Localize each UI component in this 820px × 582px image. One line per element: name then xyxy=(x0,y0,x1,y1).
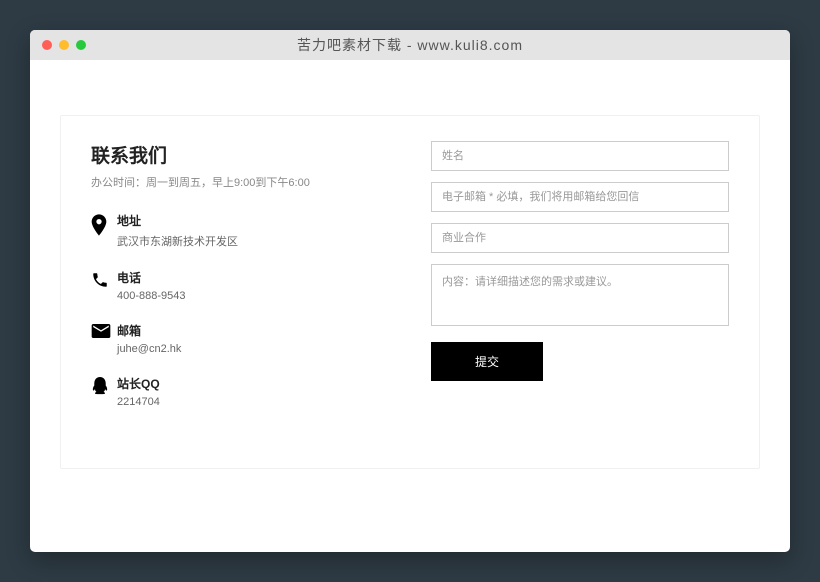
office-hours: 办公时间：周一到周五，早上9:00到下午6:00 xyxy=(91,174,371,190)
content-textarea[interactable] xyxy=(431,264,729,326)
window-title: 苦力吧素材下载 - www.kuli8.com xyxy=(30,35,790,55)
minimize-icon[interactable] xyxy=(59,40,69,50)
phone-row: 电话 400-888-9543 xyxy=(91,269,371,302)
submit-button[interactable]: 提交 xyxy=(431,342,543,381)
location-pin-icon xyxy=(91,212,117,236)
address-value: 武汉市东湖新技术开发区 xyxy=(117,233,371,249)
phone-value: 400-888-9543 xyxy=(117,290,371,302)
phone-icon xyxy=(91,269,117,289)
qq-row: 站长QQ 2214704 xyxy=(91,375,371,408)
close-icon[interactable] xyxy=(42,40,52,50)
email-row: 邮箱 juhe@cn2.hk xyxy=(91,322,371,355)
address-label: 地址 xyxy=(117,212,371,229)
email-input[interactable] xyxy=(431,182,729,212)
envelope-icon xyxy=(91,322,117,338)
address-row: 地址 武汉市东湖新技术开发区 xyxy=(91,212,371,249)
email-label: 邮箱 xyxy=(117,322,371,339)
phone-label: 电话 xyxy=(117,269,371,286)
content-area: 联系我们 办公时间：周一到周五，早上9:00到下午6:00 地址 武汉市东湖新技… xyxy=(30,60,790,499)
qq-value: 2214704 xyxy=(117,396,371,408)
contact-form-column: 提交 xyxy=(431,141,729,428)
traffic-lights xyxy=(30,40,86,50)
browser-window: 苦力吧素材下载 - www.kuli8.com 联系我们 办公时间：周一到周五，… xyxy=(30,30,790,552)
qq-label: 站长QQ xyxy=(117,375,371,392)
page-title: 联系我们 xyxy=(91,141,371,168)
title-bar: 苦力吧素材下载 - www.kuli8.com xyxy=(30,30,790,60)
contact-card: 联系我们 办公时间：周一到周五，早上9:00到下午6:00 地址 武汉市东湖新技… xyxy=(60,115,760,469)
subject-input[interactable] xyxy=(431,223,729,253)
contact-info-column: 联系我们 办公时间：周一到周五，早上9:00到下午6:00 地址 武汉市东湖新技… xyxy=(91,141,371,428)
maximize-icon[interactable] xyxy=(76,40,86,50)
email-value: juhe@cn2.hk xyxy=(117,343,371,355)
qq-penguin-icon xyxy=(91,375,117,397)
name-input[interactable] xyxy=(431,141,729,171)
